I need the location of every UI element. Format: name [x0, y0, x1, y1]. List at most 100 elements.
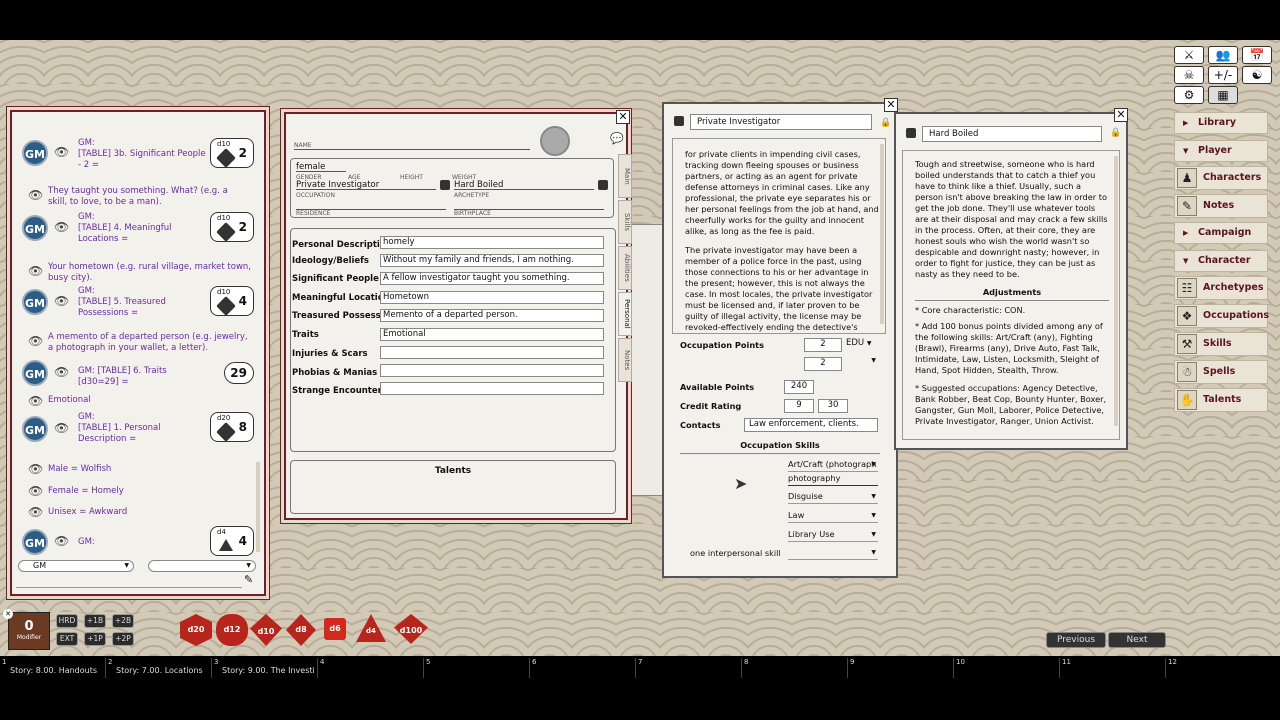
eye-icon[interactable]: 👁 — [28, 334, 43, 348]
eye-icon[interactable]: 👁 — [28, 264, 43, 278]
d12-icon[interactable]: d12 — [216, 614, 248, 646]
sidebar-item-archetypes[interactable]: ☷ Archetypes — [1174, 276, 1268, 300]
eye-icon[interactable]: 👁 — [54, 145, 69, 159]
archetype-field[interactable]: Hard Boiled — [454, 180, 594, 190]
contacts-field[interactable]: Law enforcement, clients. — [744, 418, 878, 432]
interpersonal-select[interactable]: ▼ — [788, 546, 878, 560]
tool-combat-icon[interactable]: ☠ — [1174, 66, 1204, 84]
treasured-possessions-field[interactable]: Memento of a departed person. — [380, 309, 604, 322]
hotkey-slot[interactable]: 8 — [742, 658, 848, 678]
hotkey-slot[interactable]: 11 — [1060, 658, 1166, 678]
identity-select[interactable]: GM ▼ — [18, 560, 134, 572]
modifier-plus1p[interactable]: +1P — [84, 632, 106, 646]
eye-icon[interactable]: 👁 — [28, 484, 43, 498]
hotkey-slot[interactable]: 3 Story: 9.00. The Investi — [212, 658, 318, 678]
gender-field[interactable]: female — [296, 162, 346, 172]
tool-cross-icon[interactable]: ⚔ — [1174, 46, 1204, 64]
tool-party-icon[interactable]: 👥 — [1208, 46, 1238, 64]
sidebar-item-spells[interactable]: ☃ Spells — [1174, 360, 1268, 384]
close-icon[interactable]: ✕ — [616, 110, 630, 124]
chat-log[interactable]: GM 👁 GM: [TABLE] 3b. Significant People -… — [12, 112, 262, 562]
skill-select[interactable]: Art/Craft (photograph ▼ — [788, 458, 878, 472]
hotkey-slot[interactable]: 2 Story: 7.00. Locations — [106, 658, 212, 678]
d4-icon[interactable]: d4 — [356, 614, 386, 642]
tool-calendar-icon[interactable]: 📅 — [1242, 46, 1272, 64]
occupation-points-a[interactable]: 2 — [804, 338, 842, 352]
residence-field[interactable] — [296, 200, 446, 210]
birthplace-field[interactable] — [454, 200, 604, 210]
hotkey-slot[interactable]: 5 — [424, 658, 530, 678]
archetype-scrollbar[interactable] — [1114, 156, 1118, 426]
modifier-plus1b[interactable]: +1B — [84, 614, 106, 628]
d100-icon[interactable]: d100 — [394, 614, 428, 644]
sidebar-section-campaign[interactable]: ▶ Campaign — [1174, 222, 1268, 244]
occupation-points-b[interactable]: 2 — [804, 357, 842, 371]
sidebar-item-characters[interactable]: ♟ Characters — [1174, 166, 1268, 190]
hotkey-slot[interactable]: 9 — [848, 658, 954, 678]
modifier-plus2b[interactable]: +2B — [112, 614, 134, 628]
injuries-field[interactable] — [380, 346, 604, 359]
close-icon[interactable]: ✕ — [3, 609, 13, 619]
eye-icon[interactable]: 👁 — [28, 505, 43, 519]
d8-icon[interactable]: d8 — [286, 614, 316, 646]
phobias-field[interactable] — [380, 364, 604, 377]
eye-icon[interactable]: 👁 — [54, 365, 69, 379]
modifier-hrd[interactable]: HRD — [56, 614, 78, 628]
hotkey-slot[interactable]: 7 — [636, 658, 742, 678]
hotkey-slot[interactable]: 10 — [954, 658, 1060, 678]
eye-icon[interactable]: 👁 — [28, 188, 43, 202]
d6-icon[interactable]: d6 — [324, 618, 346, 640]
eye-icon[interactable]: 👁 — [28, 462, 43, 476]
tab-notes[interactable]: Notes — [618, 338, 632, 382]
occupation-field[interactable]: Private Investigator — [296, 180, 436, 190]
hotkey-slot[interactable]: 1 Story: 8.00. Handouts — [0, 658, 106, 678]
modifier-plus2p[interactable]: +2P — [112, 632, 134, 646]
ideology-field[interactable]: Without my family and friends, I am noth… — [380, 254, 604, 267]
tool-options-icon[interactable]: ⚙ — [1174, 86, 1204, 104]
previous-button[interactable]: Previous — [1046, 632, 1106, 648]
sidebar-section-player[interactable]: ▼ Player — [1174, 140, 1268, 162]
tool-grid-icon[interactable]: ▦ — [1208, 86, 1238, 104]
occupation-title[interactable]: Private Investigator — [690, 114, 872, 130]
sidebar-section-character[interactable]: ▼ Character — [1174, 250, 1268, 272]
d10-icon[interactable]: d10 — [250, 614, 282, 646]
personal-description-field[interactable]: homely — [380, 236, 604, 249]
archetype-title[interactable]: Hard Boiled — [922, 126, 1102, 142]
tab-skills[interactable]: Skills — [618, 200, 632, 244]
eye-icon[interactable]: 👁 — [54, 534, 69, 548]
credit-rating-min[interactable]: 9 — [784, 399, 814, 413]
name-field[interactable] — [294, 138, 530, 150]
modifier-ext[interactable]: EXT — [56, 632, 78, 646]
tab-abilities[interactable]: Abilities — [618, 246, 632, 290]
strange-encounters-field[interactable] — [380, 382, 604, 395]
eye-icon[interactable]: 👁 — [54, 220, 69, 234]
occupation-link-icon[interactable] — [674, 116, 684, 126]
d20-icon[interactable]: d20 — [180, 614, 212, 646]
description-scrollbar[interactable] — [880, 144, 884, 324]
tab-personal[interactable]: Personal — [618, 292, 632, 336]
chat-input[interactable] — [16, 574, 242, 588]
hotkey-slot[interactable]: 12 — [1166, 658, 1276, 678]
eye-icon[interactable]: 👁 — [54, 421, 69, 435]
close-icon[interactable]: ✕ — [1114, 108, 1128, 122]
eye-icon[interactable]: 👁 — [54, 294, 69, 308]
hotkey-slot[interactable]: 4 — [318, 658, 424, 678]
skill-select[interactable]: Law ▼ — [788, 509, 878, 523]
portrait[interactable] — [540, 126, 570, 156]
meaningful-locations-field[interactable]: Hometown — [380, 291, 604, 304]
tool-effects-icon[interactable]: ☯ — [1242, 66, 1272, 84]
archetype-link-icon[interactable] — [906, 128, 916, 138]
occupation-points-a-stat[interactable]: EDU ▼ — [846, 338, 876, 352]
sidebar-item-talents[interactable]: ✋ Talents — [1174, 388, 1268, 412]
chat-mode-select[interactable]: ▼ — [148, 560, 256, 572]
close-icon[interactable]: ✕ — [884, 98, 898, 112]
sidebar-section-library[interactable]: ▶ Library — [1174, 112, 1268, 134]
modifier-box[interactable]: ✕ 0 Modifier — [3, 609, 50, 650]
hotkey-slot[interactable]: 6 — [530, 658, 636, 678]
chat-bubble-icon[interactable]: 💬 — [610, 132, 624, 145]
credit-rating-max[interactable]: 30 — [818, 399, 848, 413]
eye-icon[interactable]: 👁 — [28, 394, 43, 408]
archetype-link-icon[interactable] — [598, 180, 608, 190]
tab-main[interactable]: Main — [618, 154, 632, 198]
chat-send-icon[interactable]: ✎ — [244, 573, 253, 586]
